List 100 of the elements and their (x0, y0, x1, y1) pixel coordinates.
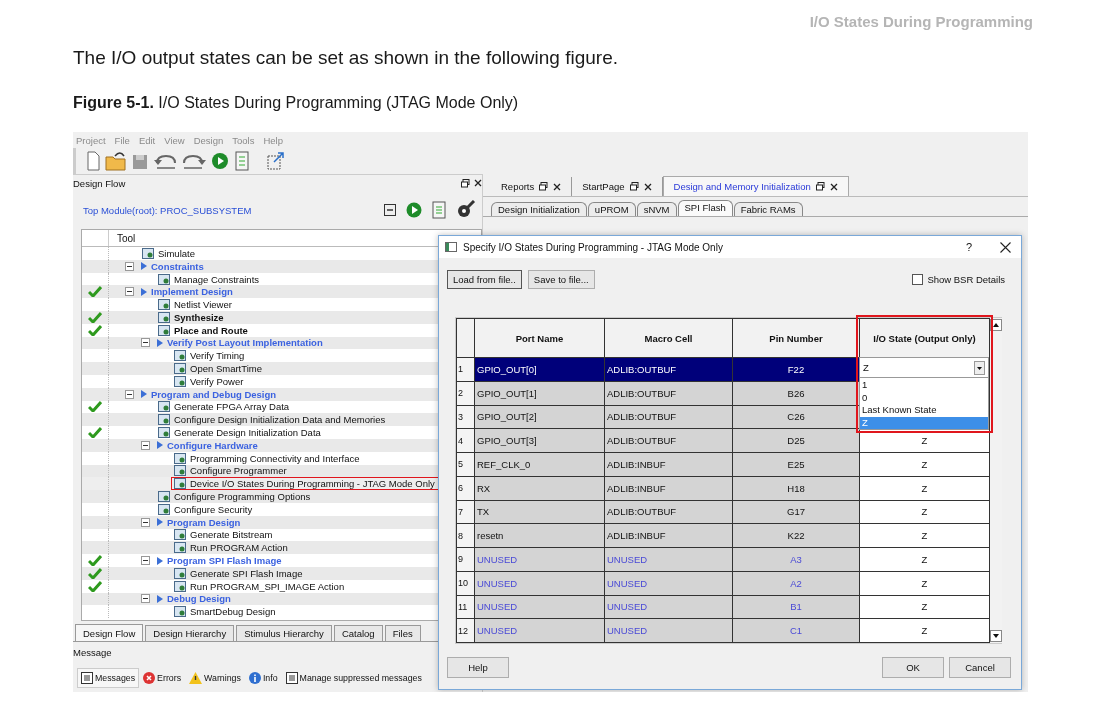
cancel-button[interactable]: Cancel (949, 657, 1011, 678)
row-number: 12 (456, 618, 475, 643)
table-cell: REF_CLK_0 (474, 452, 605, 477)
open-folder-icon[interactable] (105, 151, 127, 171)
scroll-up-icon[interactable] (990, 319, 1002, 331)
table-cell: RX (474, 476, 605, 500)
panel-tab[interactable]: Design Flow (75, 624, 144, 641)
sub-tab[interactable]: Design Initialization (491, 202, 587, 216)
collapse-all-icon[interactable] (384, 204, 396, 216)
panel-tab[interactable]: Catalog (333, 625, 383, 641)
file-button[interactable]: Load from file.. (447, 269, 522, 289)
tree-group[interactable]: Program and Debug Design (151, 388, 277, 400)
table-cell: UNUSED (474, 571, 605, 595)
tree-item[interactable]: Verify Timing (190, 350, 245, 362)
scroll-down-icon[interactable] (990, 630, 1002, 642)
tree-item[interactable]: Generate Design Initialization Data (174, 427, 321, 439)
tool-icon (158, 491, 170, 503)
expander-icon[interactable] (141, 556, 150, 565)
window-icon (445, 242, 457, 252)
panel-tab[interactable]: Stimulus Hierarchy (236, 625, 332, 641)
tree-group[interactable]: Debug Design (167, 593, 231, 605)
help-button[interactable]: Help (447, 657, 509, 678)
close-icon[interactable] (553, 182, 562, 191)
expander-icon[interactable] (125, 287, 134, 297)
tree-group[interactable]: Program SPI Flash Image (167, 555, 282, 566)
panel-tab[interactable]: Files (384, 625, 421, 641)
tree-item[interactable]: Programming Connectivity and Interface (190, 452, 360, 464)
dropdown-option[interactable]: Last Known State (860, 404, 988, 417)
sub-tab[interactable]: sNVM (636, 202, 677, 216)
close-icon[interactable] (643, 182, 652, 191)
sub-tab[interactable]: Fabric RAMs (733, 202, 803, 216)
expander-icon[interactable] (125, 261, 134, 271)
run-icon[interactable] (406, 202, 422, 218)
expander-icon[interactable] (125, 389, 134, 399)
tree-item[interactable]: Configure Design Initialization Data and Memories (174, 414, 386, 426)
close-icon[interactable] (1000, 241, 1011, 253)
tool-icon (174, 478, 186, 490)
document-tab[interactable]: Design and Memory Initialization (662, 176, 849, 196)
tree-item[interactable]: Synthesize (174, 311, 224, 323)
checkbox[interactable] (912, 273, 924, 285)
page-header: I/O States During Programming (809, 13, 1033, 30)
float-icon[interactable] (539, 182, 549, 191)
tree-group[interactable]: Constraints (151, 260, 204, 272)
file-button[interactable]: Save to file... (527, 269, 595, 289)
triangle-icon (141, 287, 147, 296)
dropdown-option[interactable]: 1 (860, 379, 988, 392)
tree-item[interactable]: SmartDebug Design (190, 606, 276, 618)
expander-icon[interactable] (141, 594, 150, 604)
tree-item[interactable]: Manage Constraints (174, 273, 260, 285)
tool-icon (158, 311, 170, 323)
float-icon[interactable] (629, 182, 639, 191)
close-icon[interactable] (474, 179, 482, 187)
table-cell: ADLIB:OUTBUF (604, 357, 733, 382)
ok-button[interactable]: OK (882, 657, 944, 678)
tool-icon (174, 580, 186, 592)
sub-tab[interactable]: uPROM (587, 202, 636, 216)
help-button[interactable]: ? (965, 241, 972, 253)
figure-caption: Figure 5-1. I/O States During Programming (JTAG Mode Only) (73, 93, 520, 113)
message-filter-button[interactable]: Errors (139, 668, 186, 688)
new-file-icon[interactable] (86, 151, 100, 171)
sub-tab[interactable]: SPI Flash (677, 200, 733, 216)
tree-item[interactable]: Generate FPGA Array Data (174, 401, 290, 413)
tool-icon (174, 529, 186, 541)
expander-icon[interactable] (141, 440, 150, 450)
warning-icon (189, 672, 203, 684)
float-icon[interactable] (461, 178, 470, 188)
tree-item[interactable]: Generate Bitstream (190, 529, 273, 541)
top-module-label: Top Module(root): PROC_SUBSYSTEM (83, 204, 252, 216)
tree-item[interactable]: Run PROGRAM_SPI_IMAGE Action (190, 580, 345, 592)
run-icon[interactable] (211, 151, 229, 171)
tree-group[interactable]: Program Design (167, 516, 241, 528)
restore-window-icon[interactable] (267, 151, 285, 171)
tree-item[interactable]: Verify Power (190, 375, 244, 387)
tree-item[interactable]: Place and Route (174, 324, 248, 336)
message-filter-button[interactable]: Manage suppressed messages (281, 668, 426, 688)
row-number: 3 (456, 405, 475, 429)
tree-item[interactable]: Device I/O States During Programming - JTAG Mode Only (190, 478, 435, 490)
state-dropdown[interactable]: Z (859, 357, 989, 378)
panel-tab[interactable]: Design Hierarchy (145, 625, 235, 641)
expander-icon[interactable] (141, 338, 150, 348)
document-tab[interactable]: StartPage (572, 177, 663, 196)
close-icon[interactable] (829, 182, 838, 191)
table-cell: TX (474, 500, 605, 524)
scrollbar[interactable] (990, 318, 1002, 643)
document-tab[interactable]: Reports (491, 177, 573, 196)
tree-item[interactable]: Simulate (158, 247, 195, 259)
tree-item[interactable]: Open SmartTime (190, 363, 262, 375)
tree-item[interactable]: Netlist Viewer (174, 299, 232, 311)
message-filter-button[interactable]: Info (244, 668, 282, 688)
float-icon[interactable] (815, 182, 825, 191)
tree-group[interactable]: Configure Hardware (167, 439, 258, 451)
expander-icon[interactable] (141, 517, 150, 527)
message-filter-button[interactable]: Warnings (185, 668, 245, 688)
tree-item[interactable]: Configure Security (174, 503, 253, 515)
message-filter-button[interactable]: Messages (77, 668, 140, 688)
triangle-icon (141, 262, 147, 271)
tree-group[interactable]: Implement Design (151, 286, 233, 298)
dropdown-option[interactable]: 0 (860, 391, 988, 404)
table-cell: ADLIB:OUTBUF (604, 381, 733, 405)
table-cell: UNUSED (474, 547, 605, 572)
